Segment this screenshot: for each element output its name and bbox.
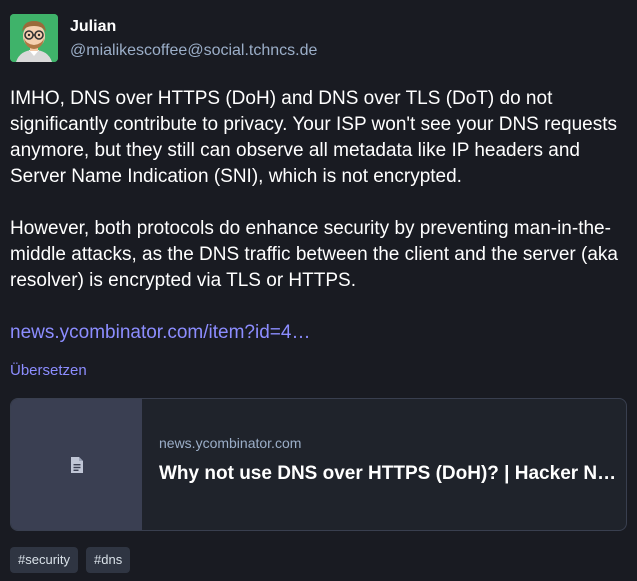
post-link[interactable]: news.ycombinator.com/item?id=4… bbox=[10, 322, 310, 343]
hashtag-security[interactable]: #security bbox=[10, 547, 79, 573]
translate-button[interactable]: Übersetzen bbox=[10, 362, 87, 379]
author-display-name[interactable]: Julian bbox=[70, 18, 116, 36]
post-link-paragraph: news.ycombinator.com/item?id=4… bbox=[10, 320, 630, 346]
post-paragraph: IMHO, DNS over HTTPS (DoH) and DNS over … bbox=[10, 88, 618, 187]
status-post: Julian @mialikescoffee@social.tchncs.de … bbox=[0, 0, 637, 581]
card-title: Why not use DNS over HTTPS (DoH)? | Hack… bbox=[159, 463, 619, 484]
card-body: news.ycombinator.com Why not use DNS ove… bbox=[159, 399, 619, 530]
card-thumbnail bbox=[11, 399, 142, 530]
avatar[interactable] bbox=[10, 14, 58, 62]
file-text-icon bbox=[70, 456, 83, 473]
hashtag-bar: #security #dns bbox=[10, 547, 131, 573]
card-host: news.ycombinator.com bbox=[159, 435, 302, 451]
post-paragraph: However, both protocols do enhance secur… bbox=[10, 218, 618, 291]
post-content: IMHO, DNS over HTTPS (DoH) and DNS over … bbox=[10, 86, 630, 372]
avatar-illustration bbox=[10, 14, 58, 62]
link-preview-card[interactable]: news.ycombinator.com Why not use DNS ove… bbox=[10, 398, 627, 531]
hashtag-dns[interactable]: #dns bbox=[86, 547, 131, 573]
author-handle[interactable]: @mialikescoffee@social.tchncs.de bbox=[70, 42, 317, 60]
